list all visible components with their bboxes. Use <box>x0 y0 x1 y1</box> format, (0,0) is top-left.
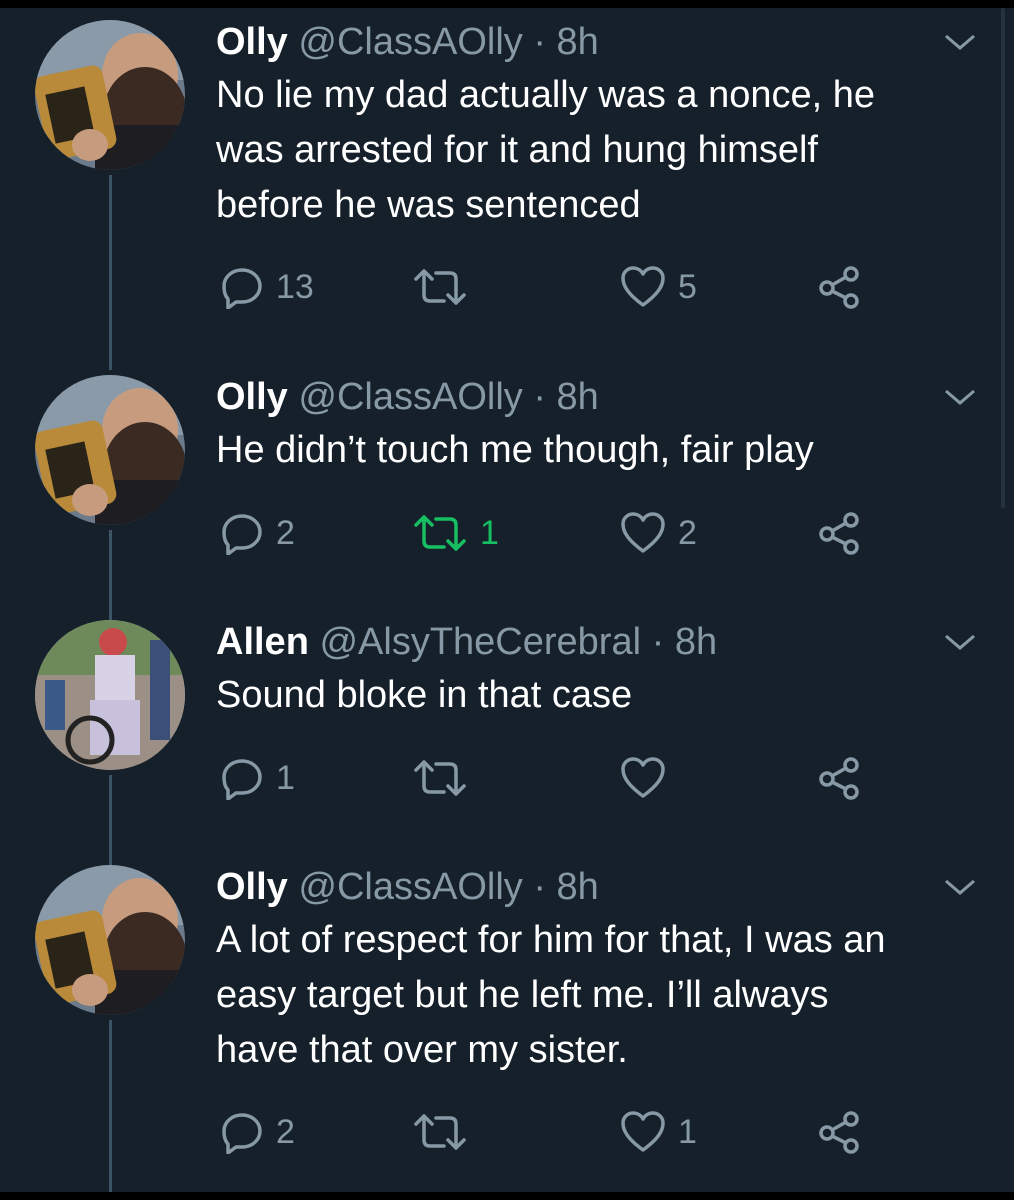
reply-icon <box>222 514 262 555</box>
like-count: 1 <box>678 1112 697 1151</box>
heart-icon <box>621 757 665 798</box>
heart-icon <box>621 512 665 553</box>
screen-top-edge <box>0 0 1014 8</box>
retweet-icon <box>414 760 466 796</box>
reply-count: 13 <box>276 267 314 306</box>
tweet-text-line: was arrested for it and hung himself <box>216 129 818 171</box>
share-button[interactable] <box>818 508 862 558</box>
tweet[interactable]: Allen @AlsyTheCerebral · 8h Sound bloke … <box>0 620 1000 820</box>
user-handle[interactable]: @ClassAOlly <box>298 376 522 418</box>
person-in-wheelchair-avatar <box>35 620 185 770</box>
share-button[interactable] <box>818 262 862 312</box>
display-name[interactable]: Olly <box>216 376 288 418</box>
reply-icon <box>222 268 262 309</box>
reply-button[interactable]: 2 <box>220 1107 295 1157</box>
retweet-icon <box>414 515 466 551</box>
tweet-text: Sound bloke in that case <box>216 668 986 723</box>
avatar[interactable] <box>35 375 185 525</box>
display-name[interactable]: Olly <box>216 21 288 63</box>
tweet-text-line: A lot of respect for him for that, I was… <box>216 919 886 961</box>
tweet-text: A lot of respect for him for that, I was… <box>216 913 986 1078</box>
retweet-button[interactable] <box>412 753 480 803</box>
bearded-man-drinking-avatar <box>35 865 185 1015</box>
scrollbar[interactable] <box>1001 8 1005 508</box>
retweet-button[interactable]: 1 <box>412 508 499 558</box>
bearded-man-drinking-avatar <box>35 375 185 525</box>
user-handle[interactable]: @ClassAOlly <box>298 21 522 63</box>
reply-button[interactable]: 2 <box>220 508 295 558</box>
like-button[interactable]: 1 <box>620 1107 697 1157</box>
tweet-text-line: No lie my dad actually was a nonce, he <box>216 74 876 116</box>
heart-icon <box>621 266 665 307</box>
like-count: 5 <box>678 267 697 306</box>
user-handle[interactable]: @AlsyTheCerebral <box>319 621 641 663</box>
timestamp[interactable]: · 8h <box>533 376 598 418</box>
reply-count: 1 <box>276 758 295 797</box>
user-handle[interactable]: @ClassAOlly <box>298 866 522 908</box>
tweet-text-line: easy target but he left me. I’ll always <box>216 974 829 1016</box>
retweet-icon <box>414 1114 466 1150</box>
display-name[interactable]: Olly <box>216 866 288 908</box>
tweet[interactable]: Olly @ClassAOlly · 8h No lie my dad actu… <box>0 20 1000 340</box>
tweet-header: Olly @ClassAOlly · 8h <box>216 375 599 419</box>
tweet-header: Allen @AlsyTheCerebral · 8h <box>216 620 717 664</box>
display-name[interactable]: Allen <box>216 621 309 663</box>
timestamp[interactable]: · 8h <box>533 866 598 908</box>
reply-icon <box>222 1113 262 1154</box>
like-count: 2 <box>678 513 697 552</box>
tweet-text-line: have that over my sister. <box>216 1029 628 1071</box>
share-icon <box>819 1111 859 1154</box>
avatar[interactable] <box>35 20 185 170</box>
avatar[interactable] <box>35 865 185 1015</box>
retweet-icon <box>414 269 466 305</box>
chevron-down-icon[interactable] <box>942 385 978 409</box>
timestamp[interactable]: · 8h <box>533 21 598 63</box>
share-icon <box>819 757 859 800</box>
retweet-button[interactable] <box>412 262 480 312</box>
like-button[interactable]: 2 <box>620 508 697 558</box>
timestamp[interactable]: · 8h <box>652 621 717 663</box>
share-icon <box>819 266 859 309</box>
tweet-text-line: He didn’t touch me though, fair play <box>216 429 814 471</box>
tweet-text-line: before he was sentenced <box>216 184 641 226</box>
retweet-button[interactable] <box>412 1107 480 1157</box>
chevron-down-icon[interactable] <box>942 875 978 899</box>
retweet-count: 1 <box>480 513 499 552</box>
heart-icon <box>621 1111 665 1152</box>
tweet-header: Olly @ClassAOlly · 8h <box>216 865 599 909</box>
reply-icon <box>222 759 262 800</box>
bearded-man-drinking-avatar <box>35 20 185 170</box>
tweet[interactable]: Olly @ClassAOlly · 8h A lot of respect f… <box>0 865 1000 1185</box>
screen-bottom-edge <box>0 1192 1014 1200</box>
tweet[interactable]: Olly @ClassAOlly · 8h He didn’t touch me… <box>0 375 1000 575</box>
tweet-header: Olly @ClassAOlly · 8h <box>216 20 599 64</box>
share-icon <box>819 512 859 555</box>
reply-count: 2 <box>276 513 295 552</box>
tweet-text: No lie my dad actually was a nonce, he w… <box>216 68 986 233</box>
reply-button[interactable]: 1 <box>220 753 295 803</box>
chevron-down-icon[interactable] <box>942 630 978 654</box>
reply-button[interactable]: 13 <box>220 262 314 312</box>
like-button[interactable] <box>620 753 678 803</box>
like-button[interactable]: 5 <box>620 262 697 312</box>
tweet-text: He didn’t touch me though, fair play <box>216 423 986 478</box>
share-button[interactable] <box>818 753 862 803</box>
reply-count: 2 <box>276 1112 295 1151</box>
tweet-text-line: Sound bloke in that case <box>216 674 633 716</box>
avatar[interactable] <box>35 620 185 770</box>
chevron-down-icon[interactable] <box>942 30 978 54</box>
share-button[interactable] <box>818 1107 862 1157</box>
